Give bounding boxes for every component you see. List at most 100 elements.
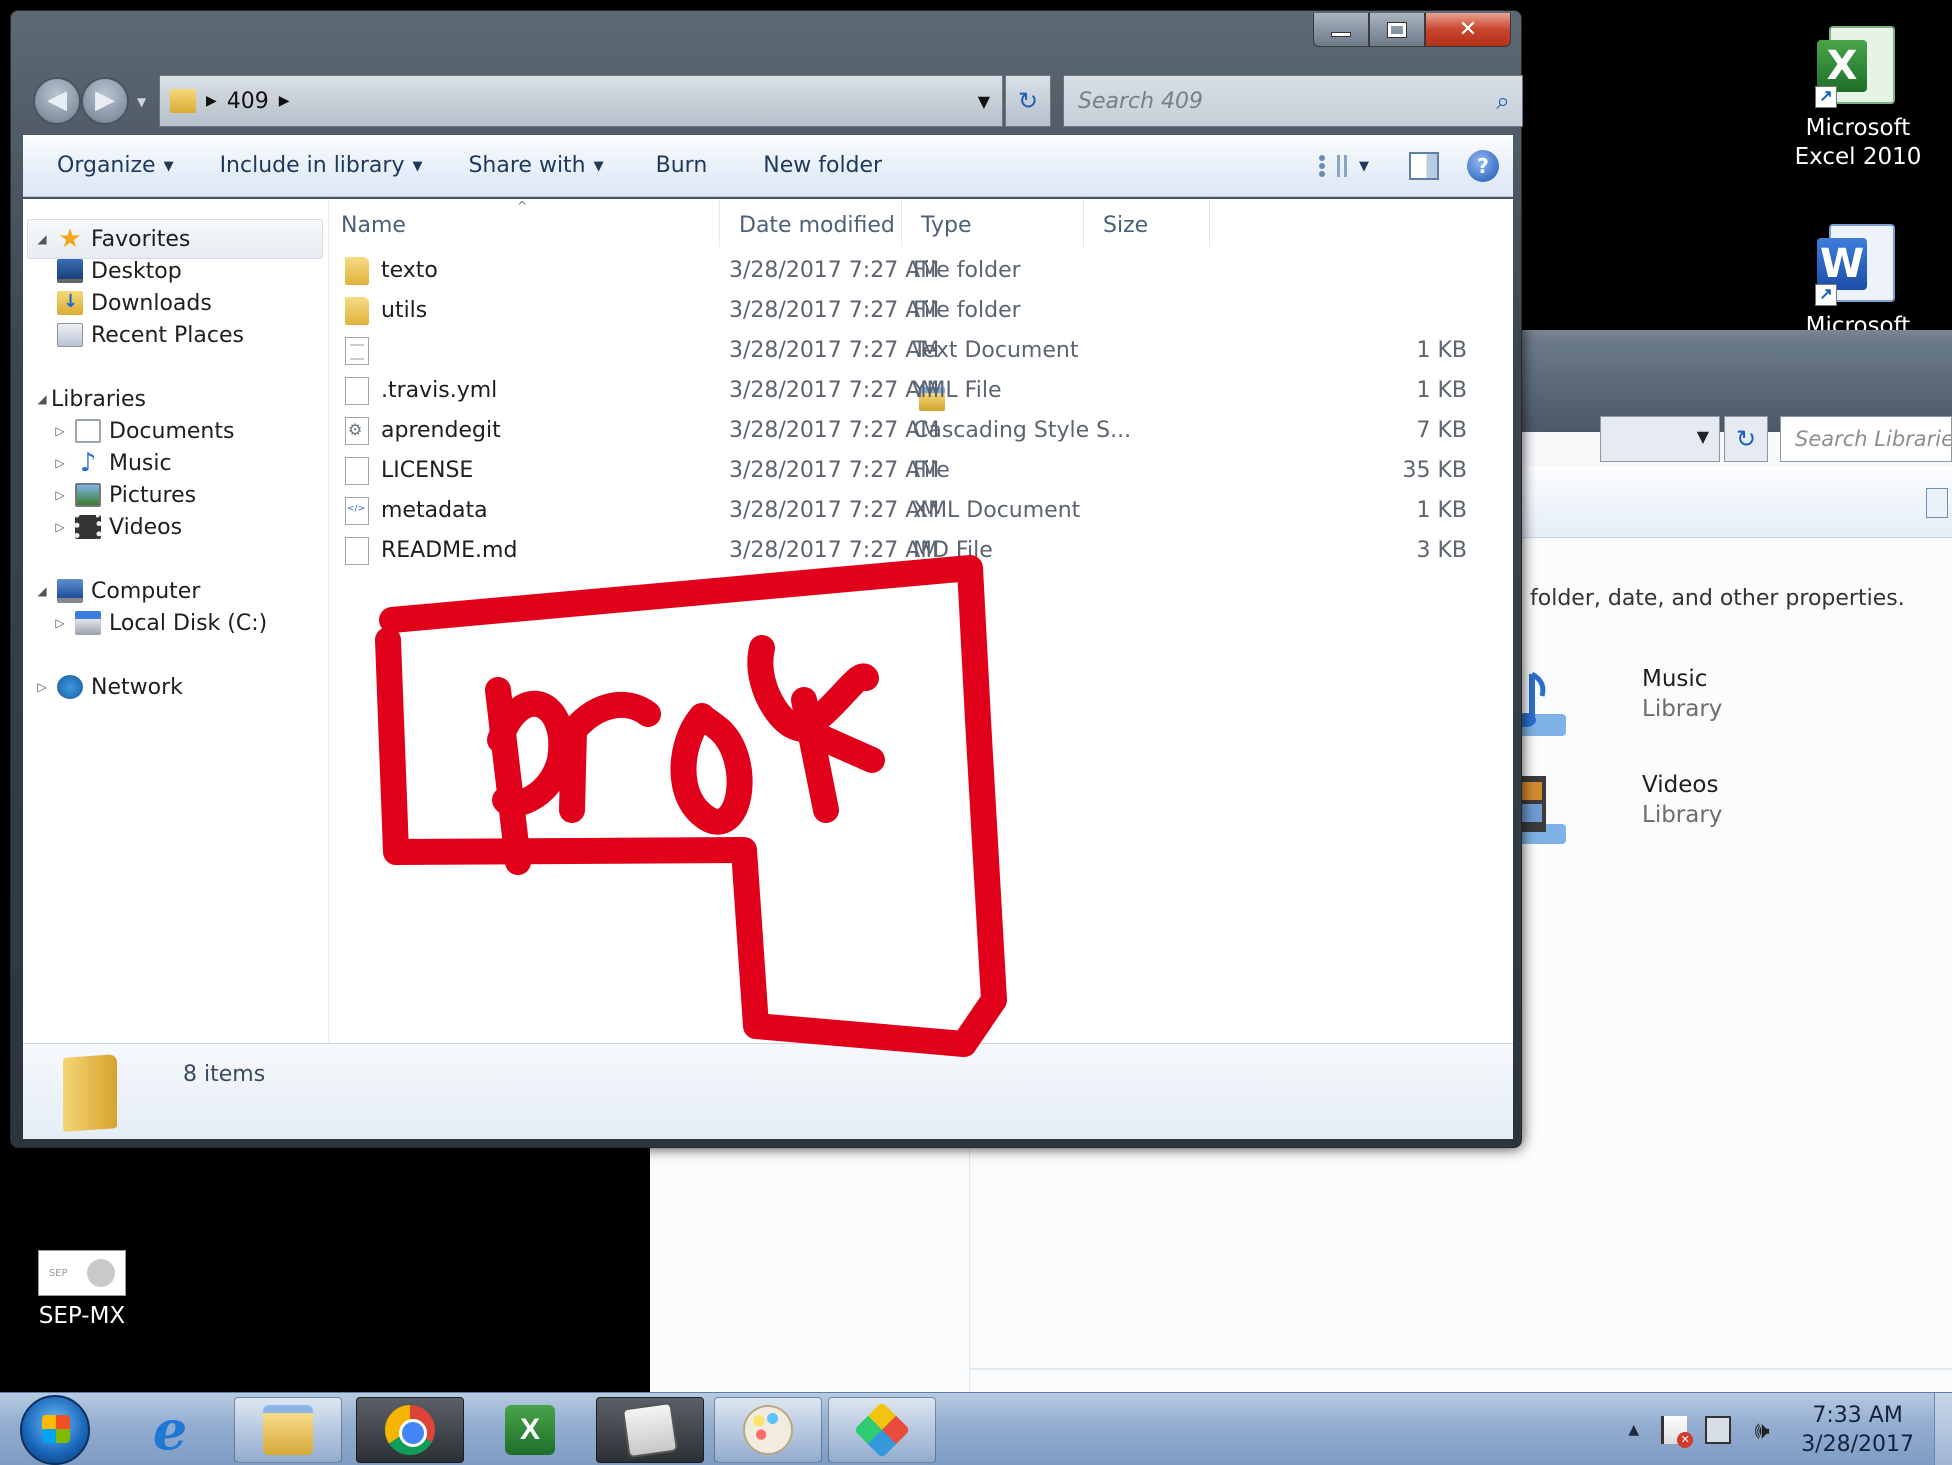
search-icon[interactable]: ⌕ [1484,87,1522,115]
desktop-icon-sep-mx[interactable]: SEP SEP-MX [12,1250,152,1331]
recent-pages-dropdown[interactable]: ▼ [137,95,146,109]
background-search-input[interactable]: Search Libraries [1780,416,1952,462]
show-desktop-button[interactable] [1934,1393,1952,1465]
nav-local-disk[interactable]: ▷ Local Disk (C:) [51,607,267,639]
address-dropdown-icon[interactable]: ▼ [978,92,990,111]
nav-recent-places[interactable]: Recent Places [51,319,244,351]
column-header-size[interactable]: Size [1103,213,1148,238]
nav-network[interactable]: ▷ Network [33,671,182,703]
file-row[interactable]: utils 3/28/2017 7:27 AM File folder [331,295,1513,327]
nav-pictures[interactable]: ▷ Pictures [51,479,196,511]
preview-pane-icon[interactable] [1409,152,1439,180]
excel-icon: X [505,1405,555,1455]
collapsed-icon[interactable]: ▷ [51,488,69,502]
expanded-icon[interactable]: ◢ [33,392,51,406]
file-row[interactable]: README.md 3/28/2017 7:27 AM MD File 3 KB [331,535,1513,567]
file-size: 35 KB [1402,458,1467,483]
file-row[interactable]: texto 3/28/2017 7:27 AM File folder [331,255,1513,287]
back-button[interactable]: ◀ [33,77,81,125]
blank-file-icon [345,377,369,405]
volume-icon[interactable]: 🕪 [1749,1416,1775,1444]
forward-button[interactable]: ▶ [81,77,129,125]
nav-computer[interactable]: ◢ Computer [33,575,200,607]
file-type: File folder [913,298,1021,323]
change-view-icon[interactable] [1319,155,1347,177]
collapsed-icon[interactable]: ▷ [51,456,69,470]
file-type: XML Document [913,498,1081,523]
clock[interactable]: 7:33 AM 3/28/2017 [1801,1401,1914,1459]
column-divider[interactable] [1209,199,1210,247]
breadcrumb-separator-icon[interactable]: ▶ [206,93,217,109]
desktop-icon-word[interactable]: W ↗ Microsoft [1788,220,1928,341]
include-in-library-button[interactable]: Include in library ▼ [220,153,423,178]
column-divider[interactable] [1083,199,1084,247]
collapsed-icon[interactable]: ▷ [51,616,69,630]
background-address-dropdown[interactable] [1600,416,1720,462]
nav-desktop[interactable]: Desktop [51,255,182,287]
help-icon[interactable]: ? [1467,150,1499,182]
breadcrumb-separator-icon[interactable]: ▶ [279,93,290,109]
taskbar-windows-explorer[interactable] [234,1397,342,1463]
column-divider[interactable] [719,199,720,247]
expanded-icon[interactable]: ◢ [33,232,51,246]
file-row[interactable]: aprendegit 3/28/2017 7:27 AMCascading Sty… [331,415,1513,447]
background-nav-pane [650,1120,970,1392]
expanded-icon[interactable]: ◢ [33,584,51,598]
show-hidden-icons-button[interactable]: ▲ [1628,1422,1639,1438]
taskbar-paint[interactable] [714,1397,822,1463]
start-button[interactable] [20,1395,90,1465]
minimize-icon [1331,32,1351,37]
file-name: LICENSE [381,458,474,483]
action-center-flag-icon[interactable] [1661,1415,1694,1448]
file-row[interactable]: metadata 3/28/2017 7:27 AMXML Document 1 K… [331,495,1513,527]
details-pane: 8 items [23,1043,1513,1139]
file-size: 1 KB [1416,378,1467,403]
taskbar-git-gui[interactable] [828,1397,936,1463]
new-folder-button[interactable]: New folder [763,153,882,178]
view-dropdown-icon[interactable]: ▼ [1359,159,1369,174]
refresh-button[interactable]: ↻ [1005,75,1051,127]
taskbar-notes[interactable] [596,1397,704,1463]
desktop-icon-excel[interactable]: X ↗ Microsoft Excel 2010 [1788,22,1928,172]
search-input[interactable]: Search 409 ⌕ [1063,75,1523,127]
column-header-type[interactable]: Type [921,213,972,238]
column-header-date-modified[interactable]: Date modified [739,213,895,238]
view-options-icon[interactable] [1926,488,1948,518]
xml-file-icon [345,497,369,525]
nav-libraries[interactable]: ◢ Libraries [33,383,945,415]
nav-documents[interactable]: ▷ Documents [51,415,234,447]
file-type: MD File [913,538,993,563]
close-button[interactable]: ✕ [1425,13,1511,47]
collapsed-icon[interactable]: ▷ [33,680,51,694]
file-row[interactable]: 3/28/2017 7:27 AM Text Document 1 KB [331,335,1513,367]
taskbar-excel[interactable]: X [476,1397,584,1463]
collapsed-icon[interactable]: ▷ [51,424,69,438]
text-file-icon [345,337,369,365]
nav-favorites[interactable]: ◢ ★ Favorites [33,223,190,255]
collapsed-icon[interactable]: ▷ [51,520,69,534]
nav-downloads[interactable]: Downloads [51,287,212,319]
organize-button[interactable]: Organize ▼ [57,153,174,178]
maximize-button[interactable] [1369,13,1425,47]
taskbar-internet-explorer[interactable]: e [120,1397,220,1463]
burn-button[interactable]: Burn [656,153,708,178]
word-shortcut-icon: W ↗ [1815,220,1901,306]
column-header-name[interactable]: Name [341,213,406,238]
nav-videos[interactable]: ▷ Videos [51,511,182,543]
file-row[interactable]: LICENSE 3/28/2017 7:27 AM File 35 KB [331,455,1513,487]
background-refresh-button[interactable]: ↻ [1724,416,1768,462]
share-with-button[interactable]: Share with ▼ [468,153,603,178]
minimize-button[interactable] [1313,13,1369,47]
nav-music[interactable]: ▷ ♪ Music [51,447,171,479]
file-row[interactable]: .travis.yml 3/28/2017 7:27 AM YML File 1 KB [331,375,1513,407]
breadcrumb-item[interactable]: 409 [227,89,269,114]
file-size: 7 KB [1416,418,1467,443]
library-name: Music [1642,666,1708,692]
star-icon: ★ [58,224,82,254]
file-date-modified: 3/28/2017 7:27 AM [729,458,940,483]
address-bar[interactable]: ▶ 409 ▶ ▼ [159,75,1003,127]
network-status-icon[interactable] [1705,1415,1732,1444]
library-subtitle: Library [1642,802,1723,828]
column-divider[interactable] [901,199,902,247]
taskbar-chrome[interactable] [356,1397,464,1463]
